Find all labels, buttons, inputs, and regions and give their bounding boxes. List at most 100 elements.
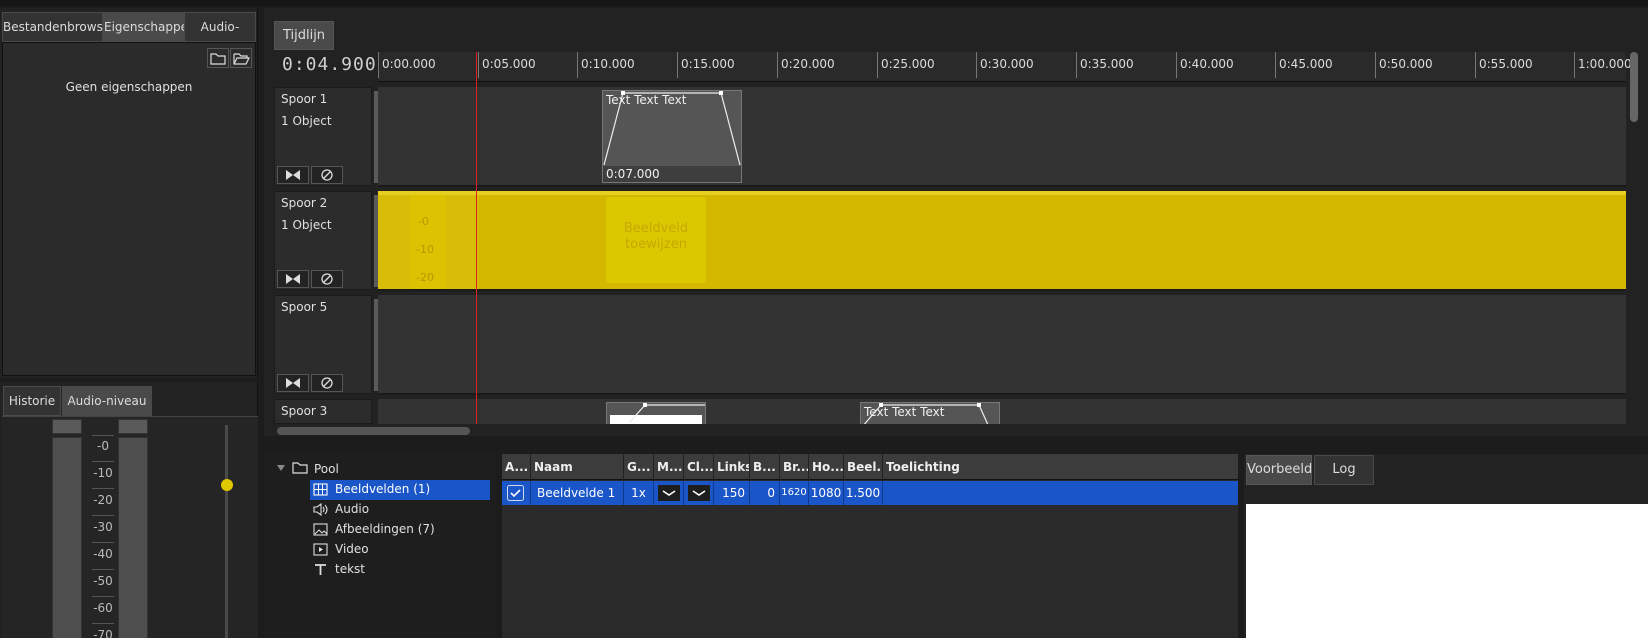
track-disable-button[interactable]: [311, 270, 343, 288]
audio-clip-segment[interactable]: -0 -10 -20: [378, 195, 478, 289]
col-header-cl[interactable]: Cl...: [684, 454, 714, 480]
col-header-g[interactable]: G...: [624, 454, 654, 480]
track-disable-button[interactable]: [311, 166, 343, 184]
ruler-label: 0:05.000: [482, 57, 536, 71]
cell-ho[interactable]: 1080: [809, 481, 844, 505]
meter-right-bar: [118, 437, 148, 638]
ruler-label: 0:45.000: [1279, 57, 1333, 71]
clip-title: Text Text Text: [864, 405, 945, 419]
timeline-clip-text[interactable]: Text Text Text 0:07.000: [602, 90, 742, 183]
timeline-clip-text[interactable]: Text Text Text: [860, 402, 1000, 424]
cell-b[interactable]: 0: [750, 481, 780, 505]
col-header-links[interactable]: Links: [714, 454, 750, 480]
speaker-icon: [313, 503, 328, 516]
cell-toelichting[interactable]: [883, 481, 1238, 505]
cell-beel[interactable]: 1.500: [844, 481, 883, 505]
chevron-down-icon[interactable]: [658, 485, 680, 501]
meter-left-peak: [52, 419, 82, 434]
ruler-label: 0:20.000: [781, 57, 835, 71]
pool-root[interactable]: Pool: [314, 462, 339, 476]
track-mute-button[interactable]: [277, 374, 309, 392]
pool-item-afbeeldingen[interactable]: Afbeeldingen (7): [335, 522, 435, 536]
track-lane-spoor-1[interactable]: Text Text Text 0:07.000: [378, 87, 1626, 187]
disable-icon: [321, 377, 333, 389]
cell-g[interactable]: 1x: [624, 481, 654, 505]
col-header-b[interactable]: B...: [750, 454, 780, 480]
pool-item-video[interactable]: Video: [335, 542, 369, 556]
grid-row-selected[interactable]: Beeldvelde 1 1x 150 0 1620 1080 1.500: [502, 481, 1238, 505]
folder-button[interactable]: [207, 48, 229, 68]
open-folder-button[interactable]: [230, 48, 252, 68]
folder-icon: [292, 462, 308, 474]
scale-tick: [92, 569, 114, 570]
track-mute-button[interactable]: [277, 166, 309, 184]
horizontal-scrollbar[interactable]: [277, 427, 470, 435]
chevron-down-icon[interactable]: [276, 463, 286, 473]
col-header-beel[interactable]: Beel...: [844, 454, 883, 480]
col-header-toelichting[interactable]: Toelichting: [883, 454, 1238, 480]
col-header-br[interactable]: Br...: [780, 454, 809, 480]
tab-history[interactable]: Historie: [3, 386, 61, 416]
col-header-m[interactable]: M...: [654, 454, 684, 480]
tab-properties[interactable]: Eigenschappen: [103, 12, 196, 42]
track-lane-spoor-3[interactable]: Text Text Text: [378, 399, 1626, 424]
ruler-label: 0:55.000: [1479, 57, 1533, 71]
scale-label: -0: [97, 439, 109, 453]
cell-br[interactable]: 1620: [780, 481, 809, 505]
tab-log[interactable]: Log: [1314, 455, 1374, 485]
scale-tick: [92, 596, 114, 597]
track-header-spoor-5[interactable]: Spoor 5: [274, 295, 393, 394]
checkbox-checked-icon[interactable]: [507, 485, 524, 501]
cell-links[interactable]: 150: [714, 481, 750, 505]
assign-screen-overlay[interactable]: Beeldveld toewijzen: [606, 197, 706, 283]
tab-timeline[interactable]: Tijdlijn: [274, 21, 334, 50]
tab-audio-level[interactable]: Audio-niveau: [62, 386, 152, 416]
scale-label: -70: [93, 628, 113, 638]
pool-item-beeldvelden[interactable]: Beeldvelden (1): [335, 482, 430, 496]
track-object-count: 1 Object: [281, 218, 332, 232]
timecode-display: 0:04.900: [282, 54, 377, 75]
track-name: Spoor 3: [281, 404, 328, 418]
cell-naam[interactable]: Beeldvelde 1: [531, 481, 624, 505]
tab-preview[interactable]: Voorbeeld: [1246, 455, 1312, 485]
fade-envelope: [628, 403, 705, 423]
tab-file-browser[interactable]: Bestandenbrowser: [2, 12, 115, 42]
col-header-naam[interactable]: Naam: [531, 454, 624, 480]
pool-item-tekst[interactable]: tekst: [335, 562, 365, 576]
cell-cl[interactable]: [684, 481, 714, 505]
track-lane-spoor-5[interactable]: [378, 295, 1626, 395]
track-disable-button[interactable]: [311, 374, 343, 392]
clip-title: Text Text Text: [606, 93, 687, 107]
scale-tick: [92, 623, 114, 624]
cell-active[interactable]: [502, 481, 531, 505]
chevron-down-icon[interactable]: [688, 485, 710, 501]
bowtie-icon: [286, 170, 300, 180]
vertical-scrollbar[interactable]: [1630, 52, 1638, 122]
ruler-label: 0:25.000: [881, 57, 935, 71]
scale-label: -50: [93, 574, 113, 588]
track-header-spoor-2[interactable]: Spoor 2 1 Object: [274, 191, 393, 290]
volume-slider-track[interactable]: [225, 425, 228, 638]
pool-item-audio[interactable]: Audio: [335, 502, 369, 516]
tab-audio-plugins[interactable]: Audio-plugins: [184, 12, 256, 62]
ruler-label: 0:50.000: [1379, 57, 1433, 71]
ruler-label: 0:15.000: [681, 57, 735, 71]
clip-duration: 0:07.000: [603, 166, 741, 182]
playhead[interactable]: [476, 52, 477, 424]
timeline-clip-image[interactable]: [606, 402, 706, 424]
col-header-ho[interactable]: Ho...: [809, 454, 844, 480]
track-mute-button[interactable]: [277, 270, 309, 288]
track-header-spoor-3[interactable]: Spoor 3: [274, 399, 372, 424]
audio-meter-body: -0 -10 -20 -30 -40 -50 -60 -70: [2, 416, 258, 638]
volume-slider-knob[interactable]: [221, 479, 233, 491]
scale-label: -20: [416, 271, 434, 284]
preview-canvas[interactable]: [1246, 504, 1648, 638]
disable-icon: [321, 169, 333, 181]
track-header-spoor-1[interactable]: Spoor 1 1 Object: [274, 87, 393, 186]
cell-m[interactable]: [654, 481, 684, 505]
track-lane-spoor-2[interactable]: -0 -10 -20 Beeldveld toewijzen: [378, 191, 1626, 291]
scale-tick: [92, 488, 114, 489]
col-header-active[interactable]: A...: [502, 454, 531, 480]
time-ruler[interactable]: 0:00.000 0:05.000 0:10.000 0:15.000 0:20.000…: [378, 52, 1632, 82]
scale-label: -0: [418, 215, 429, 228]
